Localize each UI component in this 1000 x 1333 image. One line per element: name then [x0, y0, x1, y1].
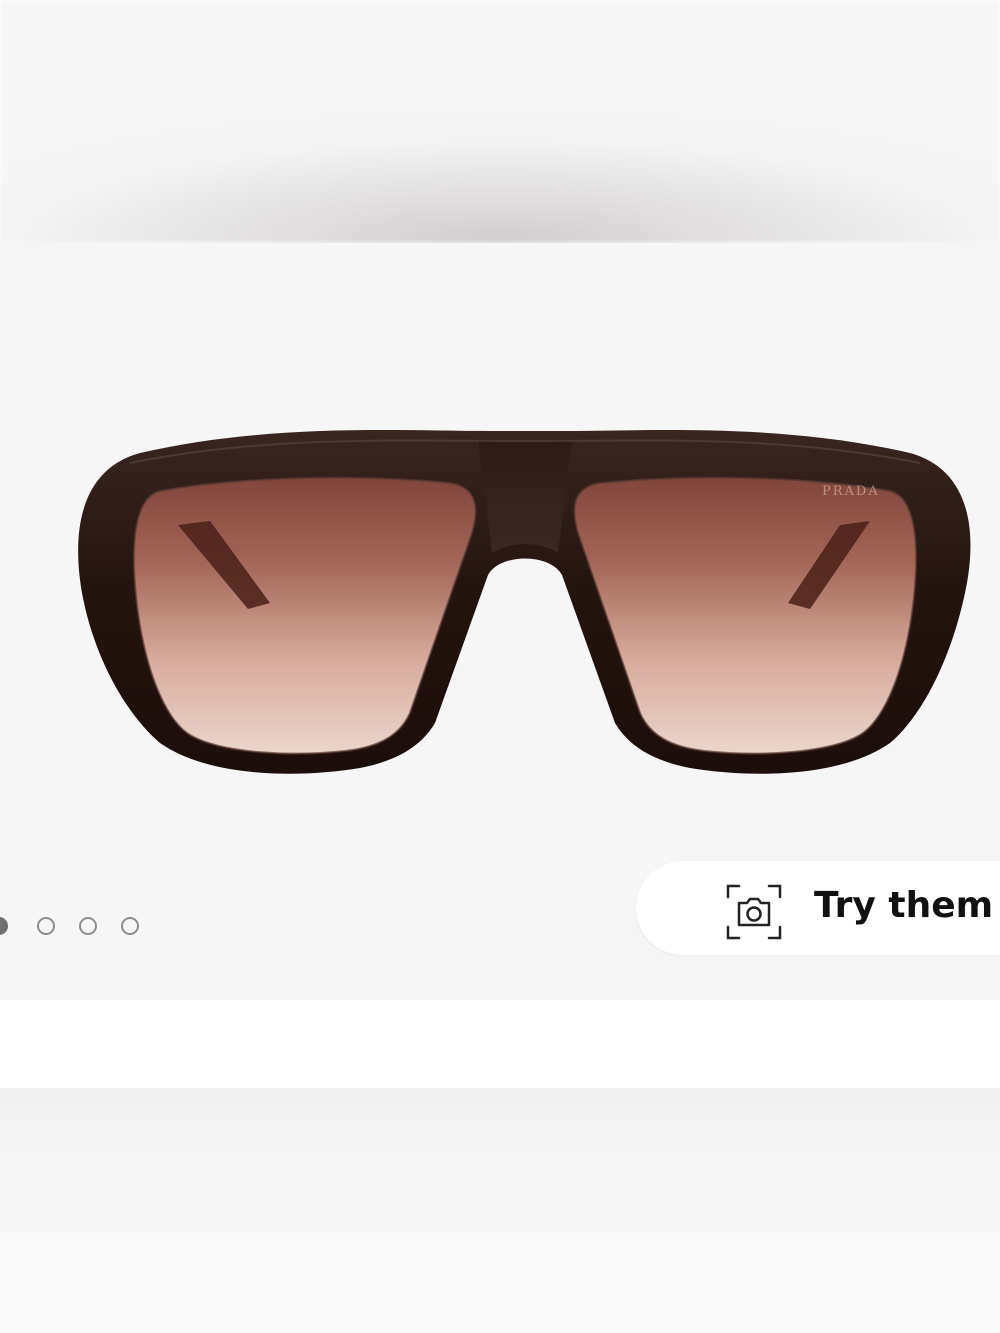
try-on-button[interactable]: Try them on	[636, 861, 1000, 955]
carousel-dot-4[interactable]	[121, 917, 139, 935]
try-on-label: Try them on	[814, 885, 1000, 926]
bridge-ridge	[478, 441, 572, 553]
carousel-dot-1[interactable]	[0, 917, 8, 935]
bottom-gray-band	[0, 1088, 1000, 1333]
brand-mark: PRADA	[822, 484, 880, 499]
product-image: PRADA	[78, 430, 971, 774]
carousel-dot-2[interactable]	[37, 917, 55, 935]
product-gallery[interactable]: PRADA Try them on	[0, 243, 1000, 1000]
carousel-dot-3[interactable]	[79, 917, 97, 935]
top-shadow-band	[0, 0, 1000, 243]
camera-scan-icon	[726, 884, 782, 940]
